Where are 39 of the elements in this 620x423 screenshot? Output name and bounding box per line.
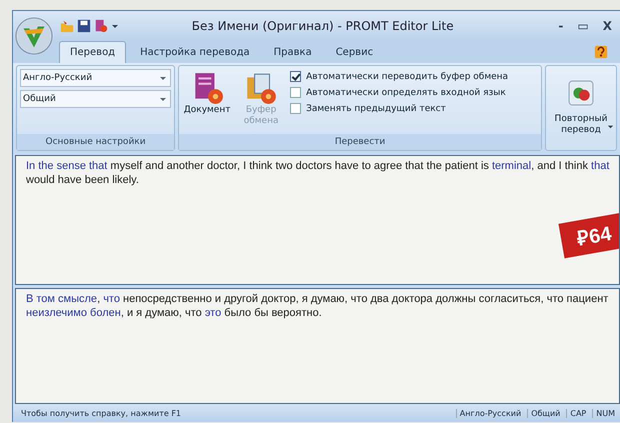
circles-icon	[568, 80, 594, 106]
status-panel: Англо-Русский	[456, 408, 524, 418]
ribbon-tab[interactable]: Перевод	[59, 41, 126, 63]
help-icon[interactable]	[594, 45, 608, 59]
checkbox-option[interactable]: Заменять предыдущий текст	[290, 103, 508, 114]
save-icon[interactable]	[77, 19, 91, 33]
ribbon-tab[interactable]: Настройка перевода	[130, 41, 260, 63]
window-title: Без Имени (Оригинал) - PROMT Editor Lite	[190, 19, 455, 33]
translation-text: В том смысле, что непосредственно и другой доктор, я думаю, что два доктора должны согласиться, что пациент неизлечимо болен, и я думаю, что это было бы вероятно.	[26, 292, 610, 320]
ribbon-tab[interactable]: Сервис	[326, 41, 384, 63]
document-gear-icon[interactable]	[94, 19, 108, 33]
price-tag: ₽64	[558, 212, 619, 258]
caret-icon[interactable]	[159, 74, 168, 82]
checkbox-label: Автоматически переводить буфер обмена	[306, 72, 508, 82]
dropdown[interactable]: Англо-Русский	[20, 69, 172, 87]
dropdown[interactable]: Общий	[20, 90, 172, 108]
checkbox[interactable]	[290, 87, 302, 98]
checkbox-option[interactable]: Автоматически переводить буфер обмена	[290, 71, 508, 82]
source-text: In the sense that myself and another doctor, I think two doctors have to agree that the patient is terminal, and I think that would have been likely.	[26, 159, 610, 187]
caret-icon[interactable]	[111, 22, 119, 30]
ribbon-tab[interactable]: Правка	[264, 41, 322, 63]
checkbox[interactable]	[290, 103, 302, 114]
status-panel: Общий	[527, 408, 564, 418]
checkbox-option[interactable]: Автоматически определять входной язык	[290, 87, 508, 98]
status-hint: Чтобы получить справку, нажмите F1	[20, 408, 182, 418]
status-panel: NUM	[592, 408, 618, 418]
ribbon-button[interactable]: Документ	[182, 69, 232, 118]
window-control-button[interactable]: ▭	[575, 19, 591, 33]
caret-icon[interactable]	[607, 123, 614, 130]
checkbox[interactable]	[290, 71, 302, 82]
group-caption: Основные настройки	[17, 134, 174, 150]
checkbox-label: Заменять предыдущий текст	[306, 104, 446, 114]
status-panel: CAP	[566, 408, 590, 418]
window-control-button[interactable]: -	[556, 19, 566, 33]
caret-icon[interactable]	[159, 95, 168, 103]
window-control-button[interactable]: X	[600, 19, 614, 33]
group-caption: Перевести	[179, 134, 541, 150]
checkbox-label: Автоматически определять входной язык	[306, 88, 506, 98]
clipboard-gear-icon	[244, 71, 278, 105]
